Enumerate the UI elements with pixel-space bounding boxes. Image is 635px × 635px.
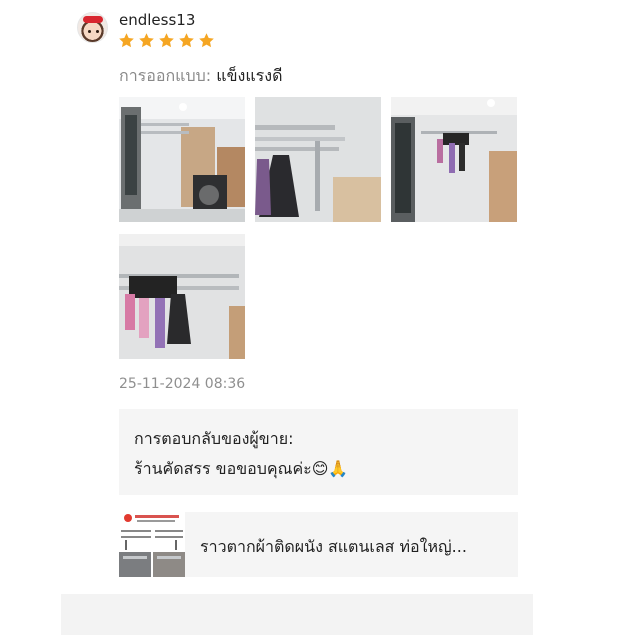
user-avatar[interactable] (77, 12, 108, 43)
review-timestamp: 25-11-2024 08:36 (119, 376, 246, 392)
bottom-bar (61, 594, 533, 635)
product-name[interactable]: ราวตากผ้าติดผนัง สแตนเลส ท่อใหญ่... (200, 535, 505, 560)
star-icon (158, 32, 175, 49)
seller-reply: การตอบกลับของผู้ขาย: ร้านคัดสรร ขอขอบคุณ… (119, 409, 518, 495)
avatar-eye (96, 30, 99, 33)
star-icon (178, 32, 195, 49)
review-attribute: การออกแบบ: แข็งแรงดี (119, 64, 282, 89)
review-photo[interactable] (119, 234, 245, 359)
avatar-eye (88, 30, 91, 33)
username: endless13 (119, 11, 196, 29)
seller-reply-title: การตอบกลับของผู้ขาย: (134, 429, 294, 448)
star-icon (198, 32, 215, 49)
product-card[interactable]: ราวตากผ้าติดผนัง สแตนเลส ท่อใหญ่... (119, 512, 518, 577)
attribute-value: แข็งแรงดี (216, 66, 283, 85)
review-photo[interactable] (391, 97, 517, 222)
product-thumbnail[interactable] (119, 512, 185, 577)
attribute-label: การออกแบบ: (119, 66, 212, 85)
star-rating (118, 32, 215, 49)
avatar-bow-decoration (83, 16, 103, 23)
star-icon (118, 32, 135, 49)
review-photo[interactable] (255, 97, 381, 222)
review-photo[interactable] (119, 97, 245, 222)
star-icon (138, 32, 155, 49)
seller-reply-text: ร้านคัดสรร ขอขอบคุณค่ะ😊🙏 (134, 459, 349, 478)
